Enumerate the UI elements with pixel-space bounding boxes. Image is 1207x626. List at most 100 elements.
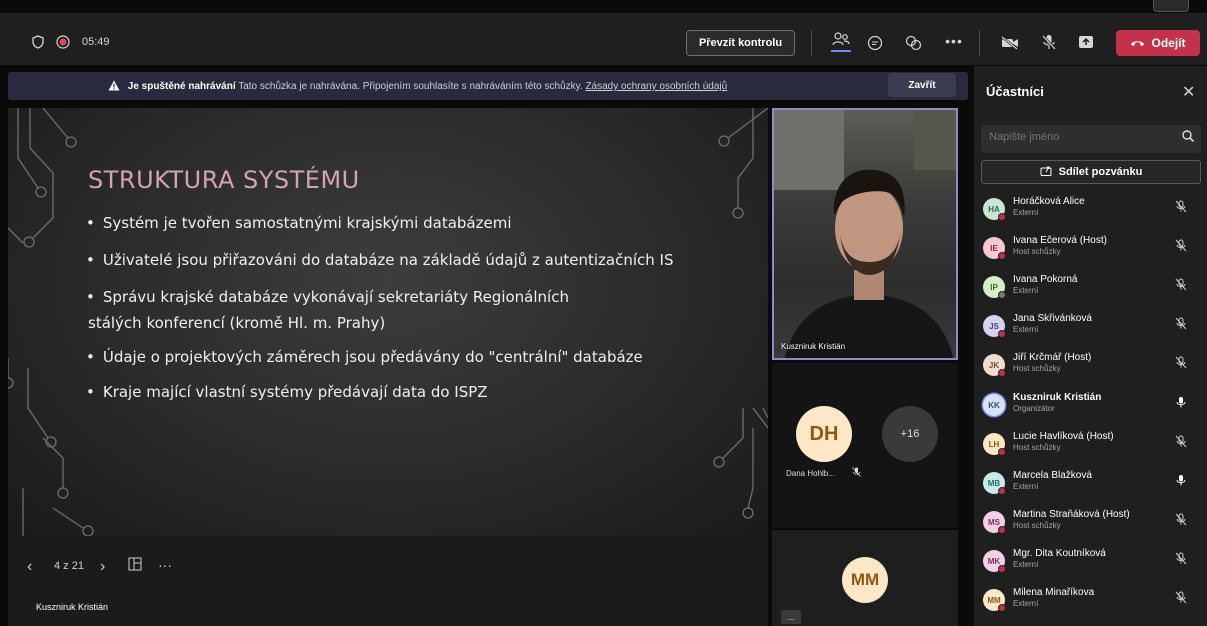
leave-label: Odejít (1151, 36, 1186, 50)
participant-search (981, 125, 1201, 153)
share-screen-icon[interactable] (1077, 34, 1095, 50)
mic-off-icon[interactable] (1175, 200, 1187, 216)
slide-more-icon[interactable]: ··· (158, 557, 172, 573)
avatar: KK (983, 394, 1005, 416)
panel-title: Účastníci (986, 84, 1044, 99)
participant-row[interactable]: JK Jiří Krčmář (Host) Host schůzky (981, 350, 1201, 386)
mic-off-icon[interactable] (1175, 239, 1187, 255)
participant-role: Externí (1013, 208, 1039, 217)
participant-name: Mgr. Dita Koutníková (1013, 548, 1106, 559)
warning-icon (108, 80, 120, 94)
mic-off-icon[interactable] (1175, 435, 1187, 451)
slide-bullet: Uživatelé jsou přiřazováni do databáze n… (86, 249, 674, 272)
slide-title: STRUKTURA SYSTÉMU (88, 166, 360, 194)
mic-off-icon[interactable] (1040, 33, 1058, 51)
slide-grid-icon[interactable] (128, 557, 142, 574)
mic-off-icon[interactable] (1175, 278, 1187, 294)
participant-row[interactable]: IE Ivana Ečerová (Host) Host schůzky (981, 233, 1201, 269)
participant-row[interactable]: KK Kuszniruk Kristián Organizátor (981, 390, 1201, 426)
participant-role: Host schůzky (1013, 521, 1061, 530)
presenter-name: Kuszniruk Kristián (36, 602, 109, 612)
meeting-toolbar (0, 13, 1207, 65)
slide-bullet-continuation: stálých konferencí (kromě Hl. m. Prahy) (88, 314, 386, 332)
leave-button[interactable]: Odejít (1116, 30, 1200, 56)
status-badge (998, 487, 1006, 495)
participant-role: Externí (1013, 560, 1039, 569)
people-icon[interactable] (830, 32, 852, 52)
share-invite-button[interactable]: Sdílet pozvánku (981, 160, 1201, 184)
presenter-video[interactable] (772, 108, 958, 360)
mic-off-icon[interactable] (1175, 513, 1187, 529)
search-icon[interactable] (1182, 130, 1195, 145)
participant-role: Host schůzky (1013, 364, 1061, 373)
more-participants-button[interactable]: +16 (882, 406, 938, 462)
avatar[interactable]: MM (842, 557, 888, 603)
slide-bullet: Údaje o projektových záměrech jsou předá… (86, 346, 643, 369)
mic-off-icon[interactable] (1175, 317, 1187, 333)
mic-off-icon[interactable] (1175, 552, 1187, 568)
participant-role: Organizátor (1013, 404, 1055, 413)
participant-name: Jana Skřivánková (1013, 313, 1092, 324)
mic-on-icon[interactable] (1175, 396, 1187, 412)
slide-bullet: Systém je tvořen samostatnými krajskými … (86, 212, 512, 235)
mic-off-icon[interactable] (1175, 591, 1187, 607)
participant-name: Kuszniruk Kristián (1013, 392, 1102, 403)
privacy-link[interactable]: Zásady ochrany osobních údajů (585, 81, 727, 92)
participant-row[interactable]: MS Martina Straňáková (Host) Host schůzky (981, 507, 1201, 543)
search-input[interactable] (989, 131, 1169, 143)
tile-more-button[interactable]: ... (781, 610, 801, 624)
participant-name: Lucie Havlíková (Host) (1013, 431, 1114, 442)
participant-name: Martina Straňáková (Host) (1013, 509, 1130, 520)
status-badge (998, 604, 1006, 612)
reactions-icon[interactable] (904, 34, 922, 52)
share-invite-label: Sdílet pozvánku (1058, 166, 1143, 178)
status-badge (998, 565, 1006, 573)
take-control-button[interactable]: Převzít kontrolu (686, 30, 795, 56)
mic-off-icon (852, 467, 861, 479)
video-participant-name: Kuszniruk Kristián (781, 342, 846, 351)
window-strip (1153, 0, 1189, 12)
slide-page-indicator: 4 z 21 (54, 560, 84, 572)
previous-slide-icon[interactable]: ‹ (27, 558, 32, 576)
avatar[interactable]: DH (796, 406, 852, 462)
participant-role: Host schůzky (1013, 247, 1061, 256)
camera-off-icon[interactable] (1000, 34, 1020, 52)
recording-banner: Je spuštěné nahrávání Tato schůzka je na… (8, 72, 968, 100)
status-badge (998, 526, 1006, 534)
mic-on-icon[interactable] (1175, 474, 1187, 490)
participant-row[interactable]: MB Marcela Blažková Externí (981, 468, 1201, 504)
divider (979, 30, 980, 56)
chat-icon[interactable] (866, 34, 884, 52)
meeting-timer: 05:49 (82, 36, 110, 48)
participant-name: Jiří Krčmář (Host) (1013, 352, 1092, 363)
more-options-icon[interactable]: ••• (944, 32, 964, 50)
participant-row[interactable]: MM Milena Minaříkova Externí (981, 585, 1201, 621)
mic-off-icon[interactable] (1175, 356, 1187, 372)
banner-message: Tato schůzka je nahrávána. Připojením so… (238, 81, 583, 92)
participant-row[interactable]: JS Jana Skřivánková Externí (981, 311, 1201, 347)
participant-role: Externí (1013, 482, 1039, 491)
participant-row[interactable]: HA Horáčková Alice Externí (981, 194, 1201, 230)
slide-bullet: Správu krajské databáze vykonávají sekre… (86, 286, 569, 309)
participant-name: Ivana Pokorná (1013, 274, 1078, 285)
close-banner-button[interactable]: Zavřít (888, 73, 956, 97)
slide-controls (8, 536, 768, 626)
status-badge (998, 213, 1006, 221)
participant-row[interactable]: LH Lucie Havlíková (Host) Host schůzky (981, 429, 1201, 465)
close-icon[interactable]: ✕ (1182, 82, 1195, 102)
participant-row[interactable]: MK Mgr. Dita Koutníková Externí (981, 546, 1201, 582)
shared-slide: STRUKTURA SYSTÉMU Systém je tvořen samos… (8, 108, 768, 536)
next-slide-icon[interactable]: › (100, 558, 105, 576)
participant-role: Host schůzky (1013, 443, 1061, 452)
shield-icon[interactable] (30, 34, 46, 50)
person-silhouette (774, 110, 956, 358)
status-badge (998, 448, 1006, 456)
participant-role: Externí (1013, 325, 1039, 334)
participant-row[interactable]: IP Ivana Pokorná Externí (981, 272, 1201, 308)
gallery-participant-name: Dana Hohlb... (786, 469, 835, 478)
status-badge (998, 291, 1006, 299)
status-badge (998, 252, 1006, 260)
participant-name: Ivana Ečerová (Host) (1013, 235, 1107, 246)
participant-role: Externí (1013, 286, 1039, 295)
participant-name: Milena Minaříkova (1013, 587, 1095, 598)
